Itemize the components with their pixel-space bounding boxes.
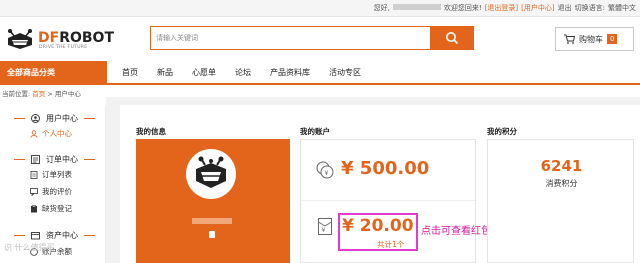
main-nav: 首页 新品 心愿单 论坛 产品资料库 活动专区 bbox=[107, 61, 361, 83]
points-section-title: 我的积分 bbox=[487, 127, 517, 136]
top-user-links: 您好, 欢迎您回来! [退出登录] [用户中心] 退出 切换语言: 繁體中文 bbox=[374, 3, 636, 13]
nav-home[interactable]: 首页 bbox=[122, 61, 138, 83]
sidebar-item-label: 我的评价 bbox=[42, 187, 72, 196]
sidebar-section-title: 订单中心 bbox=[46, 155, 78, 164]
brand-tagline: DRIVE THE FUTURE bbox=[39, 45, 88, 50]
nav-new[interactable]: 新品 bbox=[157, 61, 173, 83]
svg-text:¥: ¥ bbox=[325, 170, 329, 177]
nav-events[interactable]: 活动专区 bbox=[329, 61, 361, 83]
sidebar-section-user: 用户中心 bbox=[14, 113, 95, 124]
breadcrumb-separator: > bbox=[47, 90, 53, 98]
highlight-box bbox=[338, 213, 418, 251]
nav-forum[interactable]: 论坛 bbox=[235, 61, 251, 83]
brand-name[interactable]: DFROBOT bbox=[38, 30, 114, 46]
username-blurred bbox=[392, 4, 441, 10]
user-center-link[interactable]: [用户中心] bbox=[521, 3, 554, 13]
sidebar-section-assets: 资产中心 bbox=[14, 230, 95, 241]
sidebar: 用户中心 个人中心 订单中心 订单列表 我的评价 缺货登记 资产中心 账户余额 bbox=[0, 105, 106, 263]
robot-avatar-icon bbox=[196, 156, 226, 188]
coins-icon: ¥ bbox=[316, 161, 334, 179]
sidebar-item-personal-center[interactable]: 个人中心 bbox=[30, 128, 72, 139]
account-card-divider bbox=[301, 200, 477, 201]
cart-label: 购物车 bbox=[579, 34, 603, 44]
sidebar-item-label: 缺货登记 bbox=[42, 204, 72, 213]
account-balance-amount[interactable]: ¥ 500.00 bbox=[341, 158, 429, 179]
sidebar-item-my-reviews[interactable]: 我的评价 bbox=[30, 186, 72, 197]
document-icon bbox=[30, 170, 38, 179]
breadcrumb-current: 用户中心 bbox=[54, 90, 81, 98]
clipboard-icon bbox=[31, 204, 37, 212]
greeting-prefix: 您好, bbox=[373, 4, 390, 12]
sidebar-section-title: 资产中心 bbox=[46, 231, 78, 240]
person-icon bbox=[30, 129, 38, 138]
sidebar-item-label: 个人中心 bbox=[42, 129, 72, 138]
search-icon bbox=[445, 32, 458, 45]
greeting-suffix: 欢迎您回来! bbox=[443, 4, 482, 12]
red-packet-icon: ¥ bbox=[318, 218, 332, 235]
my-info-card bbox=[136, 139, 290, 263]
my-points-card: 6241 消费积分 bbox=[487, 139, 634, 263]
nav-divider bbox=[0, 83, 640, 85]
account-section-title: 我的账户 bbox=[300, 127, 330, 136]
breadcrumb: 当前位置: 首页 > 用户中心 bbox=[2, 88, 81, 98]
robot-logo-icon[interactable] bbox=[4, 28, 36, 54]
language-label: 切换语言: bbox=[574, 4, 605, 12]
cart-count-badge: 0 bbox=[607, 34, 618, 44]
brand-suffix: ROBOT bbox=[59, 30, 114, 46]
comment-icon bbox=[30, 187, 38, 196]
cart-button[interactable]: 购物车 0 bbox=[555, 27, 634, 51]
sidebar-section-title: 用户中心 bbox=[46, 114, 78, 123]
language-switch[interactable]: 繁體中文 bbox=[608, 3, 636, 13]
breadcrumb-prefix: 当前位置: bbox=[2, 90, 31, 98]
search-input[interactable] bbox=[151, 27, 431, 49]
points-label: 消费积分 bbox=[545, 179, 578, 188]
sidebar-item-out-of-stock[interactable]: 缺货登记 bbox=[30, 203, 72, 214]
username-blurred bbox=[192, 218, 232, 224]
all-categories-button[interactable]: 全部商品分类 bbox=[0, 61, 107, 83]
points-value[interactable]: 6241 bbox=[488, 157, 635, 175]
phone-icon bbox=[209, 231, 215, 238]
watermark: 识 什么值得买 bbox=[4, 242, 55, 253]
nav-product-library[interactable]: 产品资料库 bbox=[270, 61, 310, 83]
logout-link[interactable]: [退出登录] bbox=[485, 3, 518, 13]
watermark-text: 识 什么值得买 bbox=[4, 243, 55, 252]
search-box bbox=[150, 26, 474, 50]
search-button[interactable] bbox=[430, 27, 473, 49]
exit-link[interactable]: 退出 bbox=[558, 3, 572, 13]
wallet-icon bbox=[31, 232, 40, 240]
sidebar-item-label: 订单列表 bbox=[42, 170, 72, 179]
svg-text:¥: ¥ bbox=[322, 227, 326, 234]
list-icon bbox=[31, 155, 40, 164]
sidebar-item-order-list[interactable]: 订单列表 bbox=[30, 169, 72, 180]
nav-wishlist[interactable]: 心愿单 bbox=[192, 61, 216, 83]
brand-prefix: DF bbox=[38, 30, 60, 46]
user-icon bbox=[31, 114, 40, 123]
breadcrumb-home[interactable]: 首页 bbox=[32, 90, 45, 98]
info-section-title: 我的信息 bbox=[136, 127, 166, 136]
sidebar-section-orders: 订单中心 bbox=[14, 154, 95, 165]
cart-icon bbox=[564, 34, 575, 44]
avatar[interactable] bbox=[186, 149, 236, 199]
